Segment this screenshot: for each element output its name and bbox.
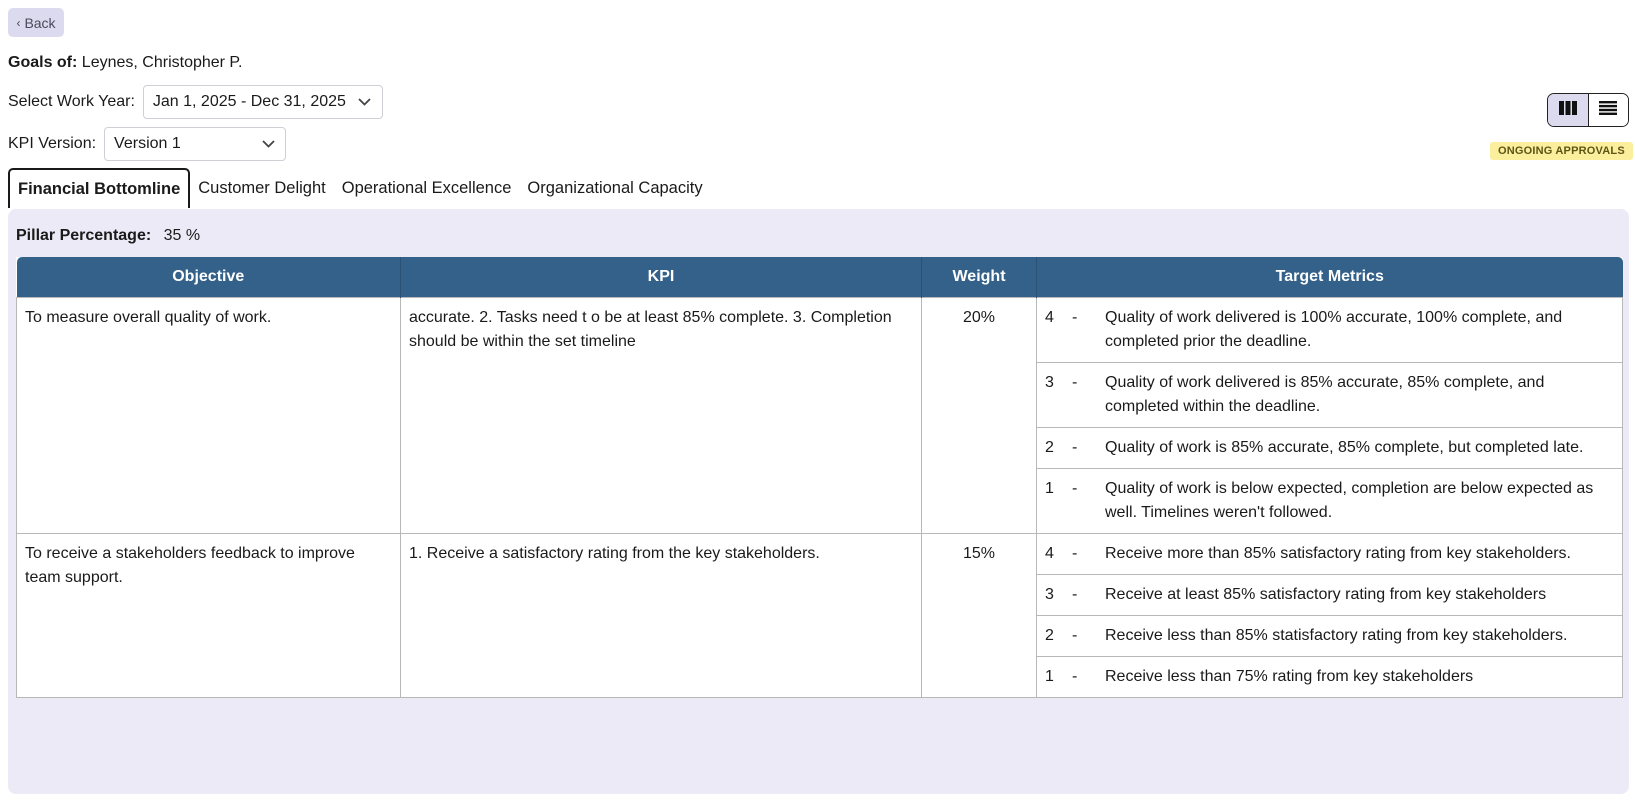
goals-table: Objective KPI Weight Target Metrics To m… [16, 257, 1623, 698]
metric-item: 3 - Quality of work delivered is 85% acc… [1037, 363, 1622, 428]
pillar-tabs: Financial Bottomline Customer Delight Op… [8, 168, 711, 208]
work-year-select[interactable]: Jan 1, 2025 - Dec 31, 2025 [142, 85, 383, 119]
goals-of-name: Leynes, Christopher P. [81, 54, 243, 71]
metric-separator: - [1072, 373, 1078, 391]
pillar-percentage-label: Pillar Percentage: [16, 227, 152, 244]
pillar-panel: Pillar Percentage: 35 % Objective KPI We… [8, 209, 1629, 794]
metric-level: 3 [1045, 373, 1054, 391]
metric-description: Receive less than 85% statisfactory rati… [1105, 626, 1568, 644]
table-row: To measure overall quality of work. accu… [16, 296, 1623, 534]
metric-description: Quality of work delivered is 85% accurat… [1105, 373, 1545, 415]
metric-separator: - [1072, 479, 1078, 497]
list-icon [1599, 100, 1618, 120]
objective-cell: To receive a stakeholders feedback to im… [16, 532, 401, 698]
columns-icon [1558, 100, 1577, 120]
metric-separator: - [1072, 667, 1078, 685]
target-metrics-header: Target Metrics [1036, 257, 1623, 297]
metric-item: 2 - Quality of work is 85% accurate, 85%… [1037, 428, 1622, 469]
metric-level: 4 [1045, 308, 1054, 326]
metric-separator: - [1072, 308, 1078, 326]
list-view-button[interactable] [1588, 94, 1628, 126]
weight-header: Weight [921, 257, 1037, 297]
tab-operational-excellence[interactable]: Operational Excellence [334, 168, 520, 208]
work-year-label: Select Work Year: [8, 93, 135, 110]
metric-description: Quality of work is below expected, compl… [1105, 479, 1594, 521]
metric-item: 3 - Receive at least 85% satisfactory ra… [1037, 575, 1622, 616]
back-button[interactable]: ‹ Back [8, 8, 64, 37]
kpi-cell: accurate. 2. Tasks need t o be at least … [400, 296, 922, 534]
goals-of-label: Goals of: [8, 54, 78, 71]
pillar-percentage-value: 35 % [163, 227, 201, 244]
metric-description: Receive more than 85% satisfactory ratin… [1105, 544, 1571, 562]
metric-item: 1 - Receive less than 75% rating from ke… [1037, 657, 1622, 697]
target-metrics-cell: 4 - Quality of work delivered is 100% ac… [1036, 296, 1623, 534]
chevron-down-icon [358, 95, 372, 109]
metric-level: 3 [1045, 585, 1054, 603]
tab-organizational-capacity[interactable]: Organizational Capacity [519, 168, 710, 208]
kpi-version-value: Version 1 [114, 135, 181, 152]
metric-separator: - [1072, 544, 1078, 562]
work-year-row: Select Work Year: Jan 1, 2025 - Dec 31, … [8, 85, 383, 119]
metric-description: Receive less than 75% rating from key st… [1105, 667, 1474, 685]
column-view-button[interactable] [1548, 94, 1589, 126]
table-header-row: Objective KPI Weight Target Metrics [16, 257, 1623, 297]
metric-item: 1 - Quality of work is below expected, c… [1037, 469, 1622, 533]
metric-description: Receive at least 85% satisfactory rating… [1105, 585, 1547, 603]
work-year-value: Jan 1, 2025 - Dec 31, 2025 [152, 93, 346, 110]
kpi-cell: 1. Receive a satisfactory rating from th… [400, 532, 922, 698]
kpi-header: KPI [400, 257, 922, 297]
tab-customer-delight[interactable]: Customer Delight [190, 168, 333, 208]
objective-cell: To measure overall quality of work. [16, 296, 401, 534]
objective-header: Objective [16, 257, 401, 297]
metric-level: 2 [1045, 438, 1054, 456]
chevron-down-icon [261, 137, 275, 151]
metric-level: 2 [1045, 626, 1054, 644]
chevron-left-icon: ‹ [16, 15, 21, 30]
kpi-version-select[interactable]: Version 1 [104, 127, 287, 161]
metric-level: 4 [1045, 544, 1054, 562]
metric-level: 1 [1045, 479, 1054, 497]
weight-cell: 15% [921, 532, 1037, 698]
weight-cell: 20% [921, 296, 1037, 534]
tab-financial-bottomline[interactable]: Financial Bottomline [8, 168, 191, 208]
goals-of: Goals of: Leynes, Christopher P. [8, 54, 242, 72]
metric-description: Quality of work is 85% accurate, 85% com… [1105, 438, 1584, 456]
metric-description: Quality of work delivered is 100% accura… [1105, 308, 1563, 350]
metric-level: 1 [1045, 667, 1054, 685]
metric-separator: - [1072, 585, 1078, 603]
status-badge: ONGOING APPROVALS [1490, 142, 1633, 160]
table-row: To receive a stakeholders feedback to im… [16, 532, 1623, 698]
kpi-version-row: KPI Version: Version 1 [8, 127, 287, 161]
kpi-version-label: KPI Version: [8, 135, 97, 152]
metric-separator: - [1072, 626, 1078, 644]
metric-item: 2 - Receive less than 85% statisfactory … [1037, 616, 1622, 657]
view-toggle [1547, 93, 1629, 127]
metric-item: 4 - Receive more than 85% satisfactory r… [1037, 534, 1622, 575]
target-metrics-cell: 4 - Receive more than 85% satisfactory r… [1036, 532, 1623, 698]
metric-item: 4 - Quality of work delivered is 100% ac… [1037, 298, 1622, 363]
back-label: Back [24, 14, 56, 31]
metric-separator: - [1072, 438, 1078, 456]
pillar-percentage: Pillar Percentage: 35 % [16, 227, 200, 245]
